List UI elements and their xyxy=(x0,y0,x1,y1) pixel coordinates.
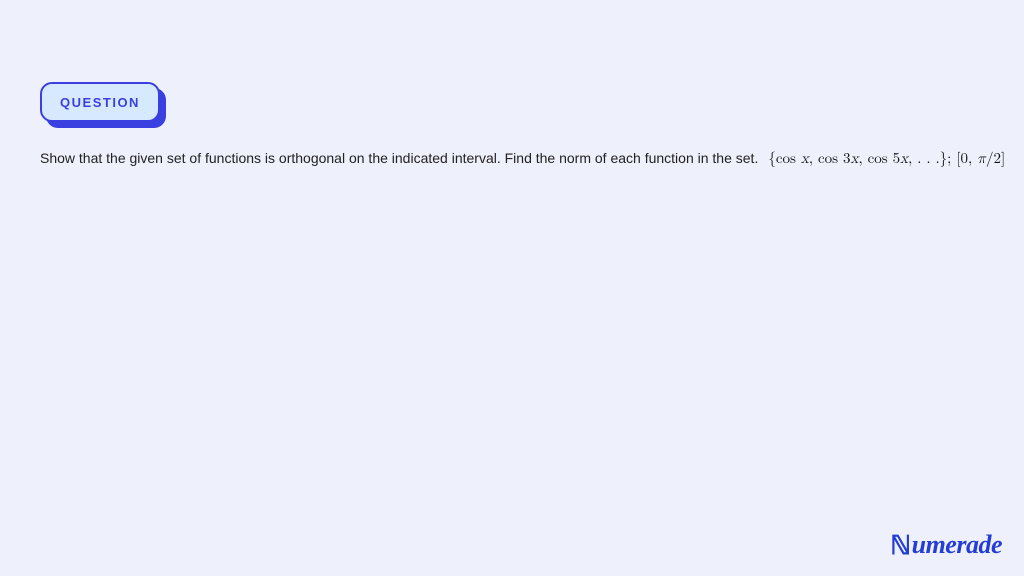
brand-logo-text: umerade xyxy=(912,530,1002,559)
question-badge: QUESTION xyxy=(40,82,160,122)
brand-logo: ℕumerade xyxy=(890,530,1002,560)
badge-label: QUESTION xyxy=(60,95,140,110)
question-text: Show that the given set of functions is … xyxy=(40,150,758,166)
question-math: {cos x, cos 3x, cos 5x, . . .}; [0, π/2] xyxy=(768,150,1005,168)
brand-logo-glyph: ℕ xyxy=(890,531,910,561)
badge-pill: QUESTION xyxy=(40,82,160,122)
question-row: Show that the given set of functions is … xyxy=(40,150,984,168)
